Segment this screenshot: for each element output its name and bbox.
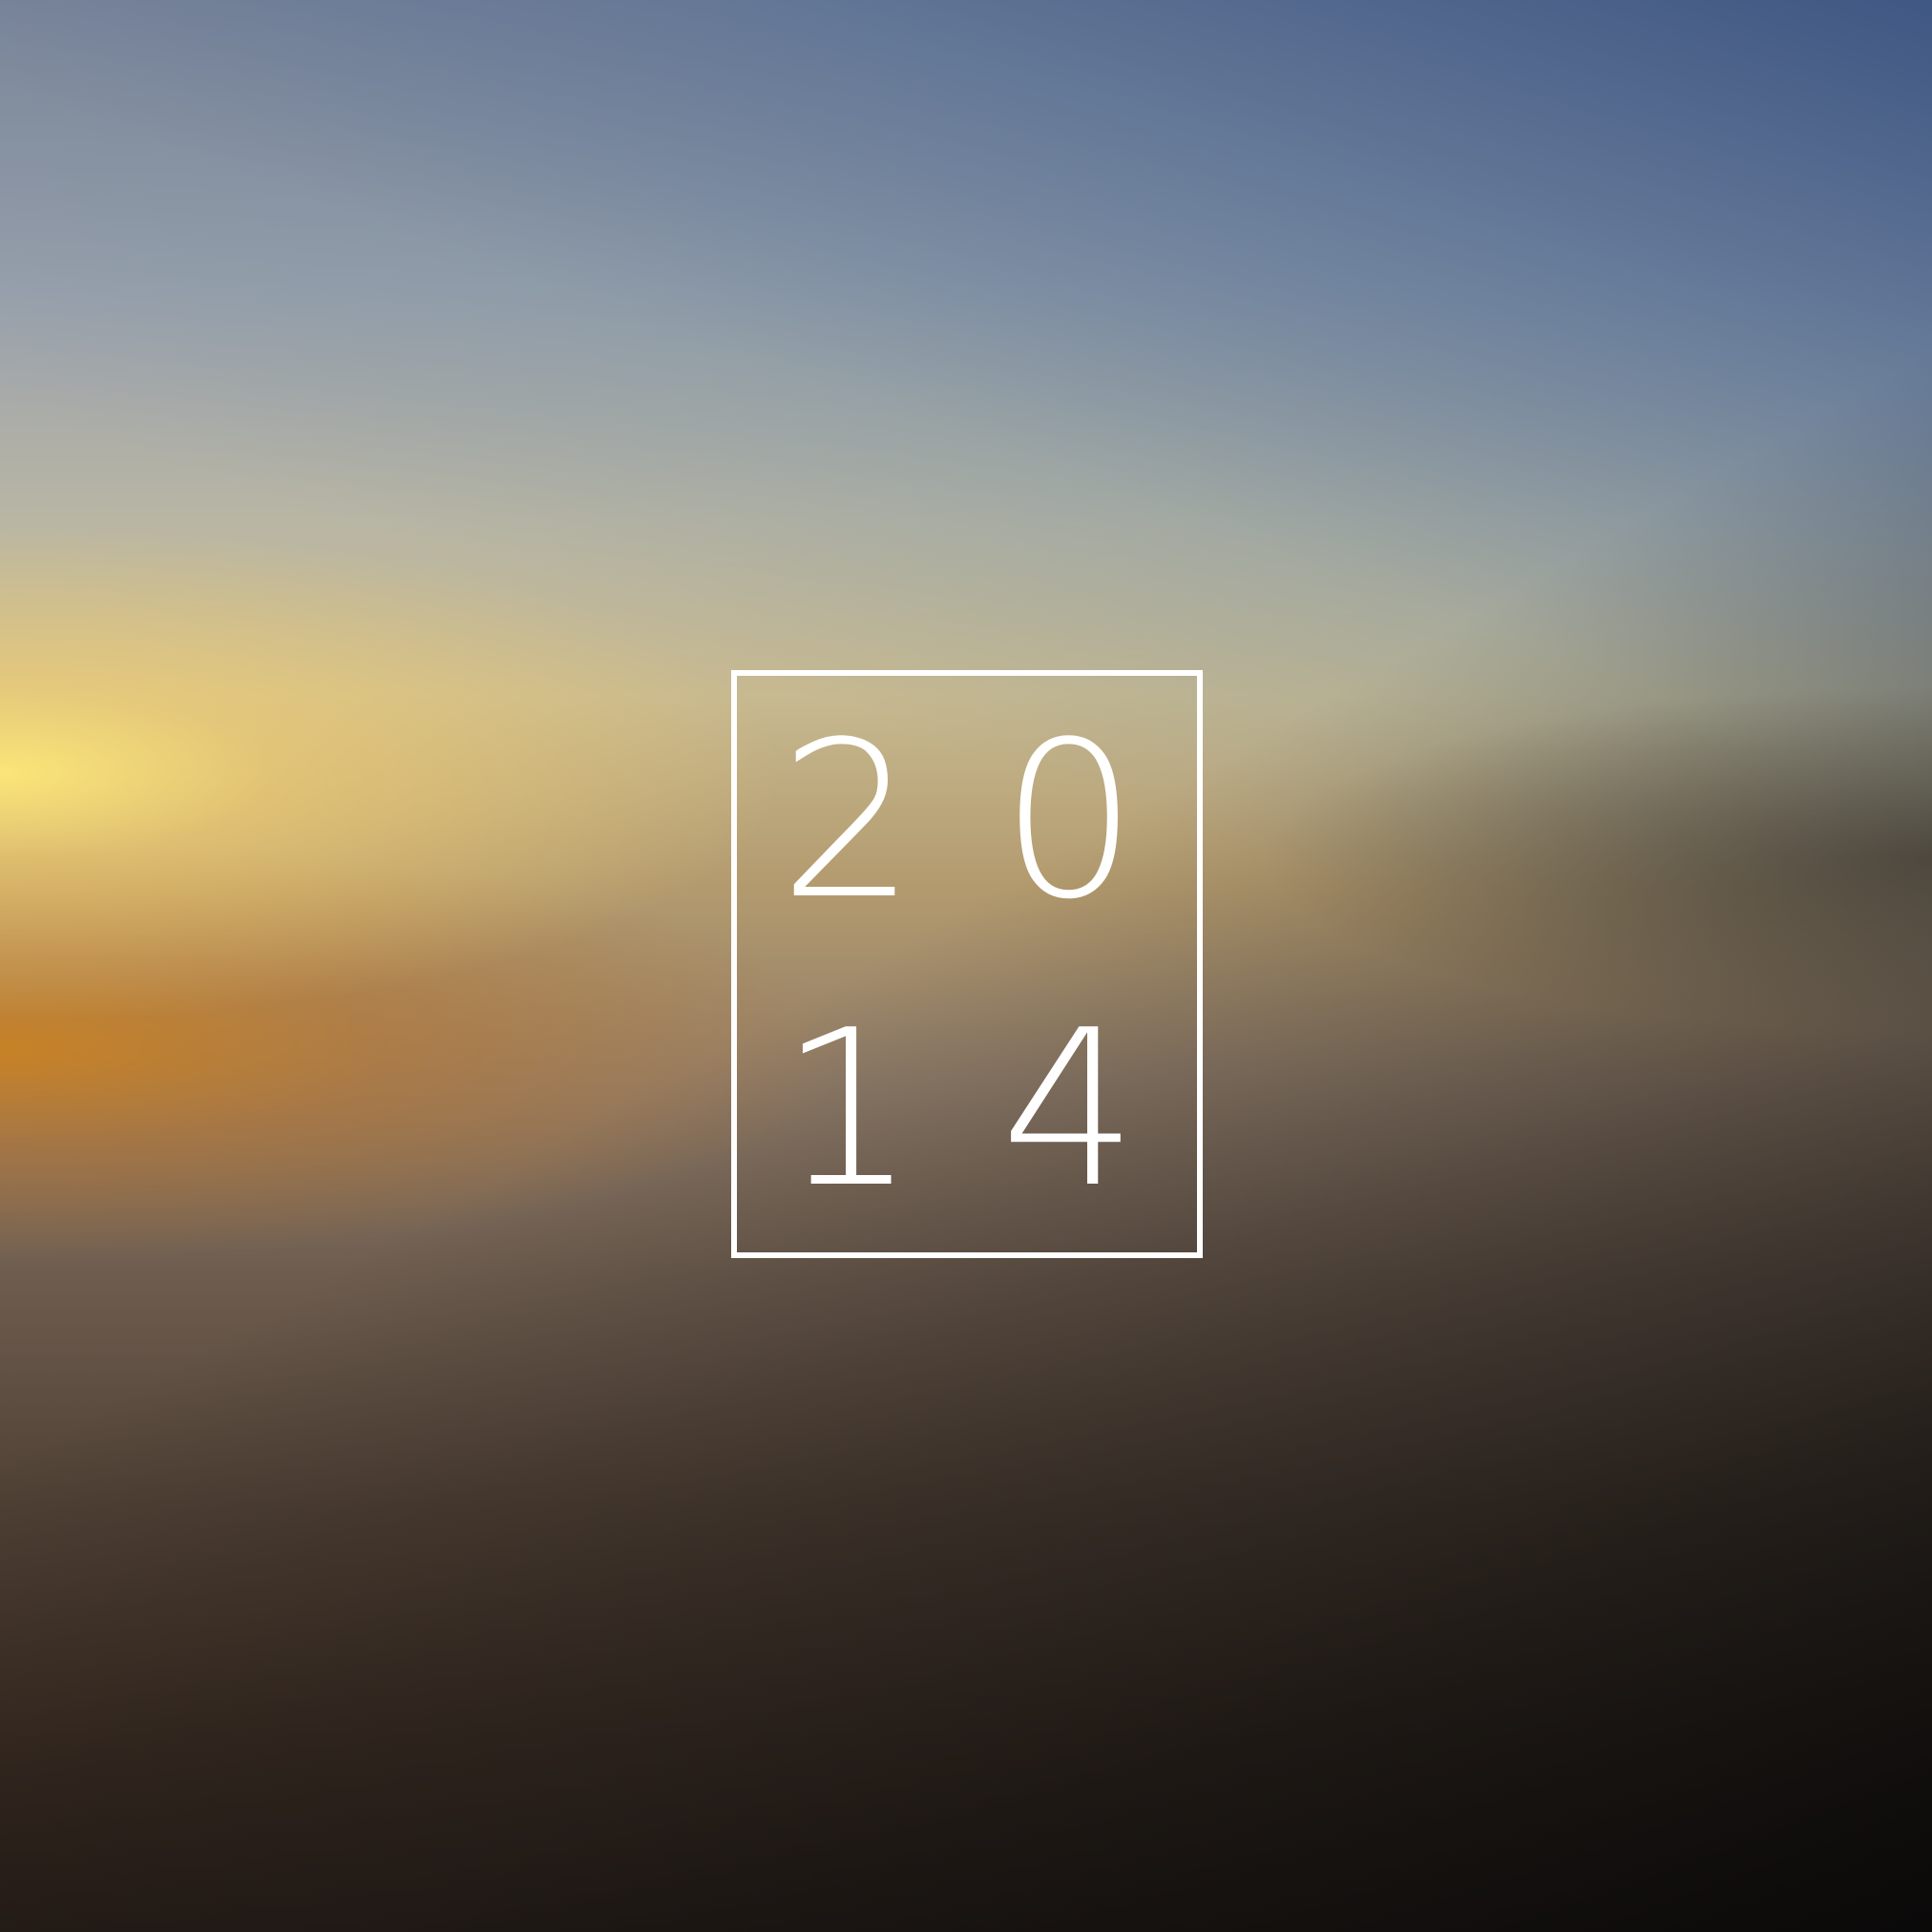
blurred-sunset-background: 2 0 1 4	[0, 0, 1932, 1932]
year-digit-2: 0	[1000, 696, 1138, 947]
year-digit-1: 2	[779, 696, 916, 947]
year-digit-3: 1	[779, 984, 916, 1235]
year-digit-4: 4	[1000, 984, 1138, 1235]
